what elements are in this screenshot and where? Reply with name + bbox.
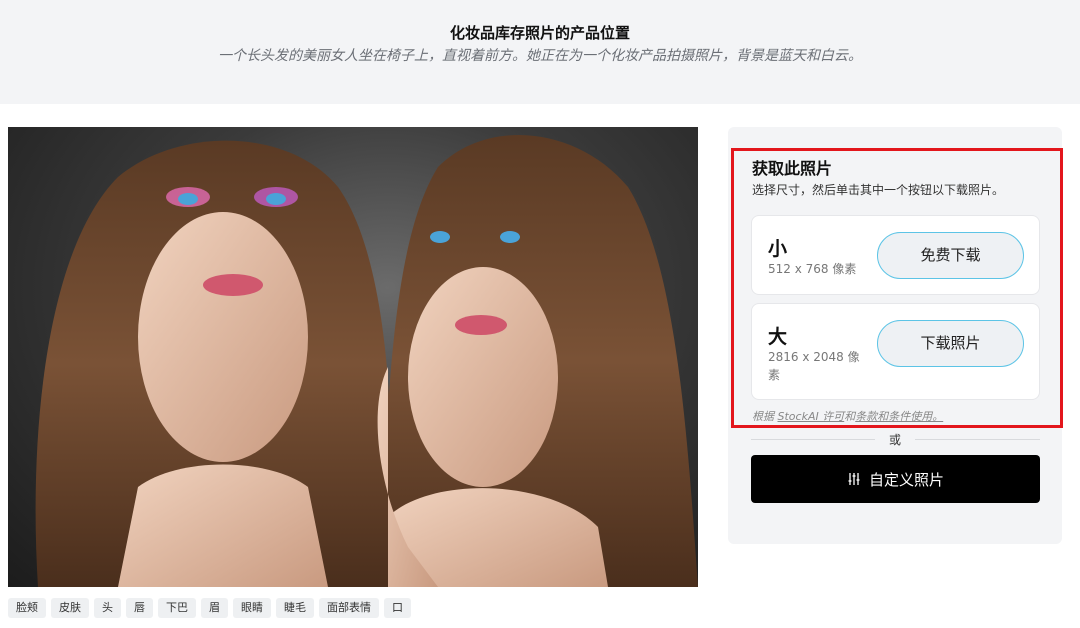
tag-list: 脸颊 皮肤 头 唇 下巴 眉 眼睛 睫毛 面部表情 口: [8, 598, 411, 618]
license-prefix: 根据: [752, 410, 774, 423]
terms-link[interactable]: 条款和条件使用。: [855, 410, 943, 423]
download-photo-button[interactable]: 下载照片: [877, 320, 1024, 367]
customize-photo-button[interactable]: 自定义照片: [751, 455, 1040, 503]
tag-lip[interactable]: 唇: [126, 598, 153, 618]
size-card-small: 小 512 x 768 像素 免费下载: [751, 215, 1040, 295]
free-download-button[interactable]: 免费下载: [877, 232, 1024, 279]
panel-description: 选择尺寸，然后单击其中一个按钮以下载照片。: [752, 183, 1005, 197]
tag-chin[interactable]: 下巴: [158, 598, 196, 618]
size-card-large: 大 2816 x 2048 像素 下载照片: [751, 303, 1040, 400]
page-title: 化妆品库存照片的产品位置: [449, 24, 630, 42]
or-label: 或: [875, 431, 915, 448]
size-dimensions-small: 512 x 768 像素: [768, 262, 857, 276]
size-name-large: 大: [768, 326, 788, 348]
size-dimensions-large: 2816 x 2048 像素: [768, 350, 860, 382]
panel-title: 获取此照片: [752, 159, 833, 178]
tag-skin[interactable]: 皮肤: [51, 598, 89, 618]
tag-facial-expression[interactable]: 面部表情: [319, 598, 379, 618]
page-subtitle: 一个长头发的美丽女人坐在椅子上，直视着前方。她正在为一个化妆产品拍摄照片，背景是…: [218, 48, 862, 64]
page-header: 化妆品库存照片的产品位置 一个长头发的美丽女人坐在椅子上，直视着前方。她正在为一…: [0, 0, 1080, 104]
tag-eyelash[interactable]: 睫毛: [276, 598, 314, 618]
license-mid: 和: [844, 410, 856, 423]
tag-eyebrow[interactable]: 眉: [201, 598, 228, 618]
tag-cheek[interactable]: 脸颊: [8, 598, 46, 618]
tag-head[interactable]: 头: [94, 598, 121, 618]
license-text: 根据 StockAI 许可和条款和条件使用。: [752, 408, 943, 424]
size-name-small: 小: [768, 238, 788, 260]
customize-photo-label: 自定义照片: [868, 470, 944, 489]
sliders-icon: [847, 472, 861, 486]
stock-photo[interactable]: [8, 127, 698, 587]
tag-eye[interactable]: 眼睛: [233, 598, 271, 618]
stockai-license-link[interactable]: StockAI 许可: [778, 410, 845, 423]
photo-illustration: [35, 134, 698, 587]
tag-mouth[interactable]: 口: [384, 598, 411, 618]
